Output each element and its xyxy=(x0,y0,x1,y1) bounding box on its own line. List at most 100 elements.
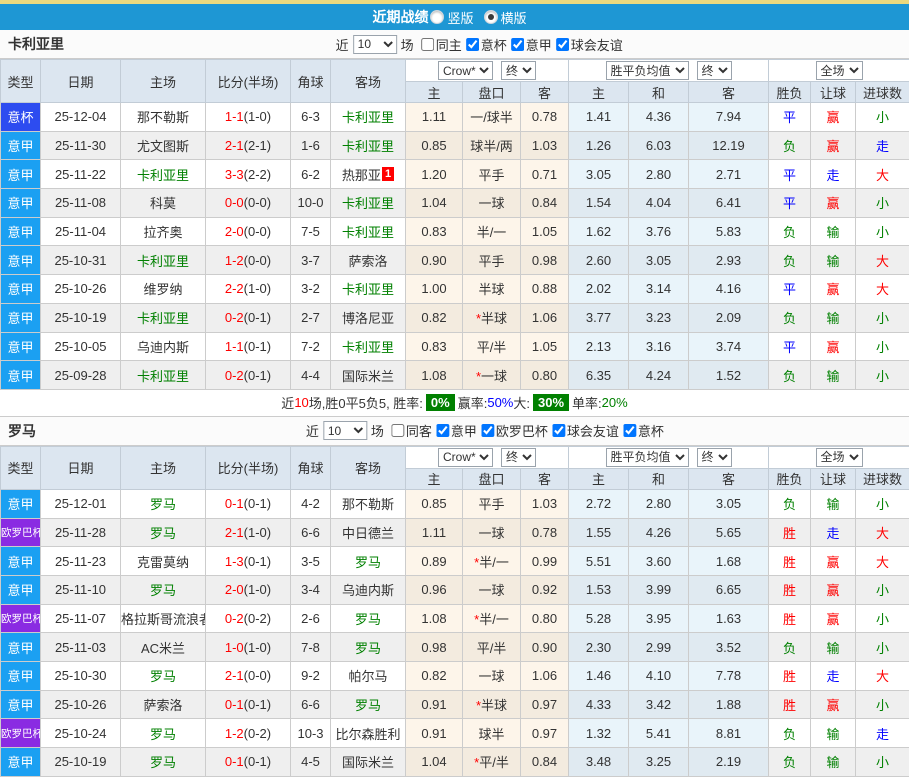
summary-text: 20% xyxy=(602,395,628,410)
scope-select[interactable]: 全场 xyxy=(816,448,863,467)
avg-final-select[interactable]: 终 xyxy=(697,61,732,80)
same-venue-checkbox[interactable] xyxy=(421,38,434,51)
section-header-bar: 罗马近10场同客意甲欧罗巴杯球会友谊意杯 xyxy=(0,417,909,446)
handicap-cell: *半/一 xyxy=(463,604,521,633)
radio-unselected-icon[interactable] xyxy=(430,10,444,24)
layout-radio-horizontal[interactable]: 横版 xyxy=(484,8,527,27)
away-team-name[interactable]: 卡利亚里 xyxy=(342,282,394,297)
home-team-name[interactable]: 格拉斯哥流浪者 xyxy=(121,612,206,627)
competition-checkbox[interactable] xyxy=(556,38,569,51)
away-team-name[interactable]: 中日德兰 xyxy=(342,526,394,541)
away-team-name[interactable]: 萨索洛 xyxy=(348,254,387,269)
away-team-name[interactable]: 博洛尼亚 xyxy=(342,311,394,326)
home-team-name[interactable]: 维罗纳 xyxy=(143,282,182,297)
home-team-name[interactable]: 卡利亚里 xyxy=(137,168,189,183)
column-header: 类型 xyxy=(1,60,41,103)
home-team-name[interactable]: AC米兰 xyxy=(141,641,185,656)
competition-checkbox[interactable] xyxy=(466,38,479,51)
competition-checkbox-label[interactable]: 球会友谊 xyxy=(550,421,619,440)
match-count-select[interactable]: 10 xyxy=(323,421,367,440)
home-team-name[interactable]: 克雷莫纳 xyxy=(137,555,189,570)
home-team-name[interactable]: 罗马 xyxy=(150,727,176,742)
halftime-score: (2-2) xyxy=(244,167,271,182)
layout-radio-vertical[interactable]: 竖版 xyxy=(430,8,473,27)
competition-checkbox-label[interactable]: 意杯 xyxy=(621,421,664,440)
competition-checkbox-label[interactable]: 球会友谊 xyxy=(554,35,623,54)
home-team-name[interactable]: 乌迪内斯 xyxy=(137,340,189,355)
competition-checkbox-label[interactable]: 意甲 xyxy=(509,35,552,54)
avg-home-cell: 4.33 xyxy=(569,690,629,719)
bookmaker-select[interactable]: Crow* xyxy=(438,448,493,467)
home-team-name[interactable]: 卡利亚里 xyxy=(137,254,189,269)
home-team-name[interactable]: 罗马 xyxy=(150,755,176,770)
away-team-name[interactable]: 卡利亚里 xyxy=(342,225,394,240)
competition-checkbox[interactable] xyxy=(436,424,449,437)
away-team-name[interactable]: 罗马 xyxy=(355,555,381,570)
avg-final-select[interactable]: 终 xyxy=(697,448,732,467)
away-team-name[interactable]: 罗马 xyxy=(355,698,381,713)
away-team-name[interactable]: 国际米兰 xyxy=(342,369,394,384)
halftime-score: (0-0) xyxy=(244,195,271,210)
avg-away-cell: 2.09 xyxy=(689,303,769,332)
same-venue-checkbox[interactable] xyxy=(391,424,404,437)
competition-checkbox-label[interactable]: 意杯 xyxy=(464,35,507,54)
home-team-name[interactable]: 罗马 xyxy=(150,497,176,512)
scope-select[interactable]: 全场 xyxy=(816,61,863,80)
away-team-name[interactable]: 卡利亚里 xyxy=(342,139,394,154)
result-goals-cell-text: 小 xyxy=(876,311,889,326)
away-team-name[interactable]: 热那亚 xyxy=(342,168,381,183)
competition-checkbox-label[interactable]: 意甲 xyxy=(434,421,477,440)
home-team-name[interactable]: 罗马 xyxy=(150,583,176,598)
away-team-name[interactable]: 罗马 xyxy=(355,641,381,656)
home-team-name[interactable]: 卡利亚里 xyxy=(137,311,189,326)
odds-final-select[interactable]: 终 xyxy=(501,448,536,467)
home-team-name[interactable]: 尤文图斯 xyxy=(137,139,189,154)
home-team-name[interactable]: 卡利亚里 xyxy=(137,369,189,384)
away-team-name[interactable]: 卡利亚里 xyxy=(342,340,394,355)
table-row: 意杯25-12-04那不勒斯1-1(1-0)6-3卡利亚里1.11一/球半0.7… xyxy=(1,103,909,132)
avg-away-cell: 6.41 xyxy=(689,189,769,218)
same-venue-checkbox-label[interactable]: 同客 xyxy=(389,421,432,440)
away-team-name[interactable]: 罗马 xyxy=(355,612,381,627)
home-team-name[interactable]: 罗马 xyxy=(150,669,176,684)
competition-checkbox[interactable] xyxy=(623,424,636,437)
result-handicap-cell-text: 赢 xyxy=(827,139,840,154)
competition-checkbox[interactable] xyxy=(552,424,565,437)
home-team-name[interactable]: 那不勒斯 xyxy=(137,110,189,125)
home-team-name[interactable]: 萨索洛 xyxy=(143,698,182,713)
match-count-select[interactable]: 10 xyxy=(353,35,397,54)
home-team-name[interactable]: 罗马 xyxy=(150,526,176,541)
score-cell: 3-3(2-2) xyxy=(206,160,291,189)
away-team-name[interactable]: 国际米兰 xyxy=(342,755,394,770)
header-row: 类型日期主场比分(半场)角球客场Crow*终胜平负均值终全场 xyxy=(1,446,909,468)
radio-selected-icon[interactable] xyxy=(484,10,498,24)
away-team-name[interactable]: 比尔森胜利 xyxy=(335,727,400,742)
away-odds-cell: 1.03 xyxy=(521,131,569,160)
handicap-text: 一球 xyxy=(478,583,504,598)
result-goals-cell: 小 xyxy=(856,361,909,390)
avg-home-cell: 1.53 xyxy=(569,575,629,604)
competition-checkbox[interactable] xyxy=(481,424,494,437)
avg-type-select[interactable]: 胜平负均值 xyxy=(606,448,689,467)
sub-column-header: 客 xyxy=(521,82,569,103)
competition-checkbox-label[interactable]: 欧罗巴杯 xyxy=(479,421,548,440)
halftime-score: (0-1) xyxy=(244,697,271,712)
same-venue-checkbox-label[interactable]: 同主 xyxy=(419,35,462,54)
date-cell: 25-10-05 xyxy=(41,332,121,361)
home-team-name[interactable]: 科莫 xyxy=(150,196,176,211)
away-team-name[interactable]: 卡利亚里 xyxy=(342,110,394,125)
competition-checkbox[interactable] xyxy=(511,38,524,51)
bookmaker-select[interactable]: Crow* xyxy=(438,61,493,80)
avg-away-cell: 1.88 xyxy=(689,690,769,719)
home-team-name[interactable]: 拉齐奥 xyxy=(143,225,182,240)
away-team-name[interactable]: 乌迪内斯 xyxy=(342,583,394,598)
odds-final-select[interactable]: 终 xyxy=(501,61,536,80)
away-team-name[interactable]: 卡利亚里 xyxy=(342,196,394,211)
away-team-name[interactable]: 帕尔马 xyxy=(348,669,387,684)
away-team-name[interactable]: 那不勒斯 xyxy=(342,497,394,512)
avg-draw-cell: 3.14 xyxy=(629,275,689,304)
result-goals-cell-text: 小 xyxy=(876,641,889,656)
home-odds-cell: 0.89 xyxy=(406,547,463,576)
summary-text: 场,胜0平5负5, 胜率: xyxy=(309,393,423,412)
avg-type-select[interactable]: 胜平负均值 xyxy=(606,61,689,80)
